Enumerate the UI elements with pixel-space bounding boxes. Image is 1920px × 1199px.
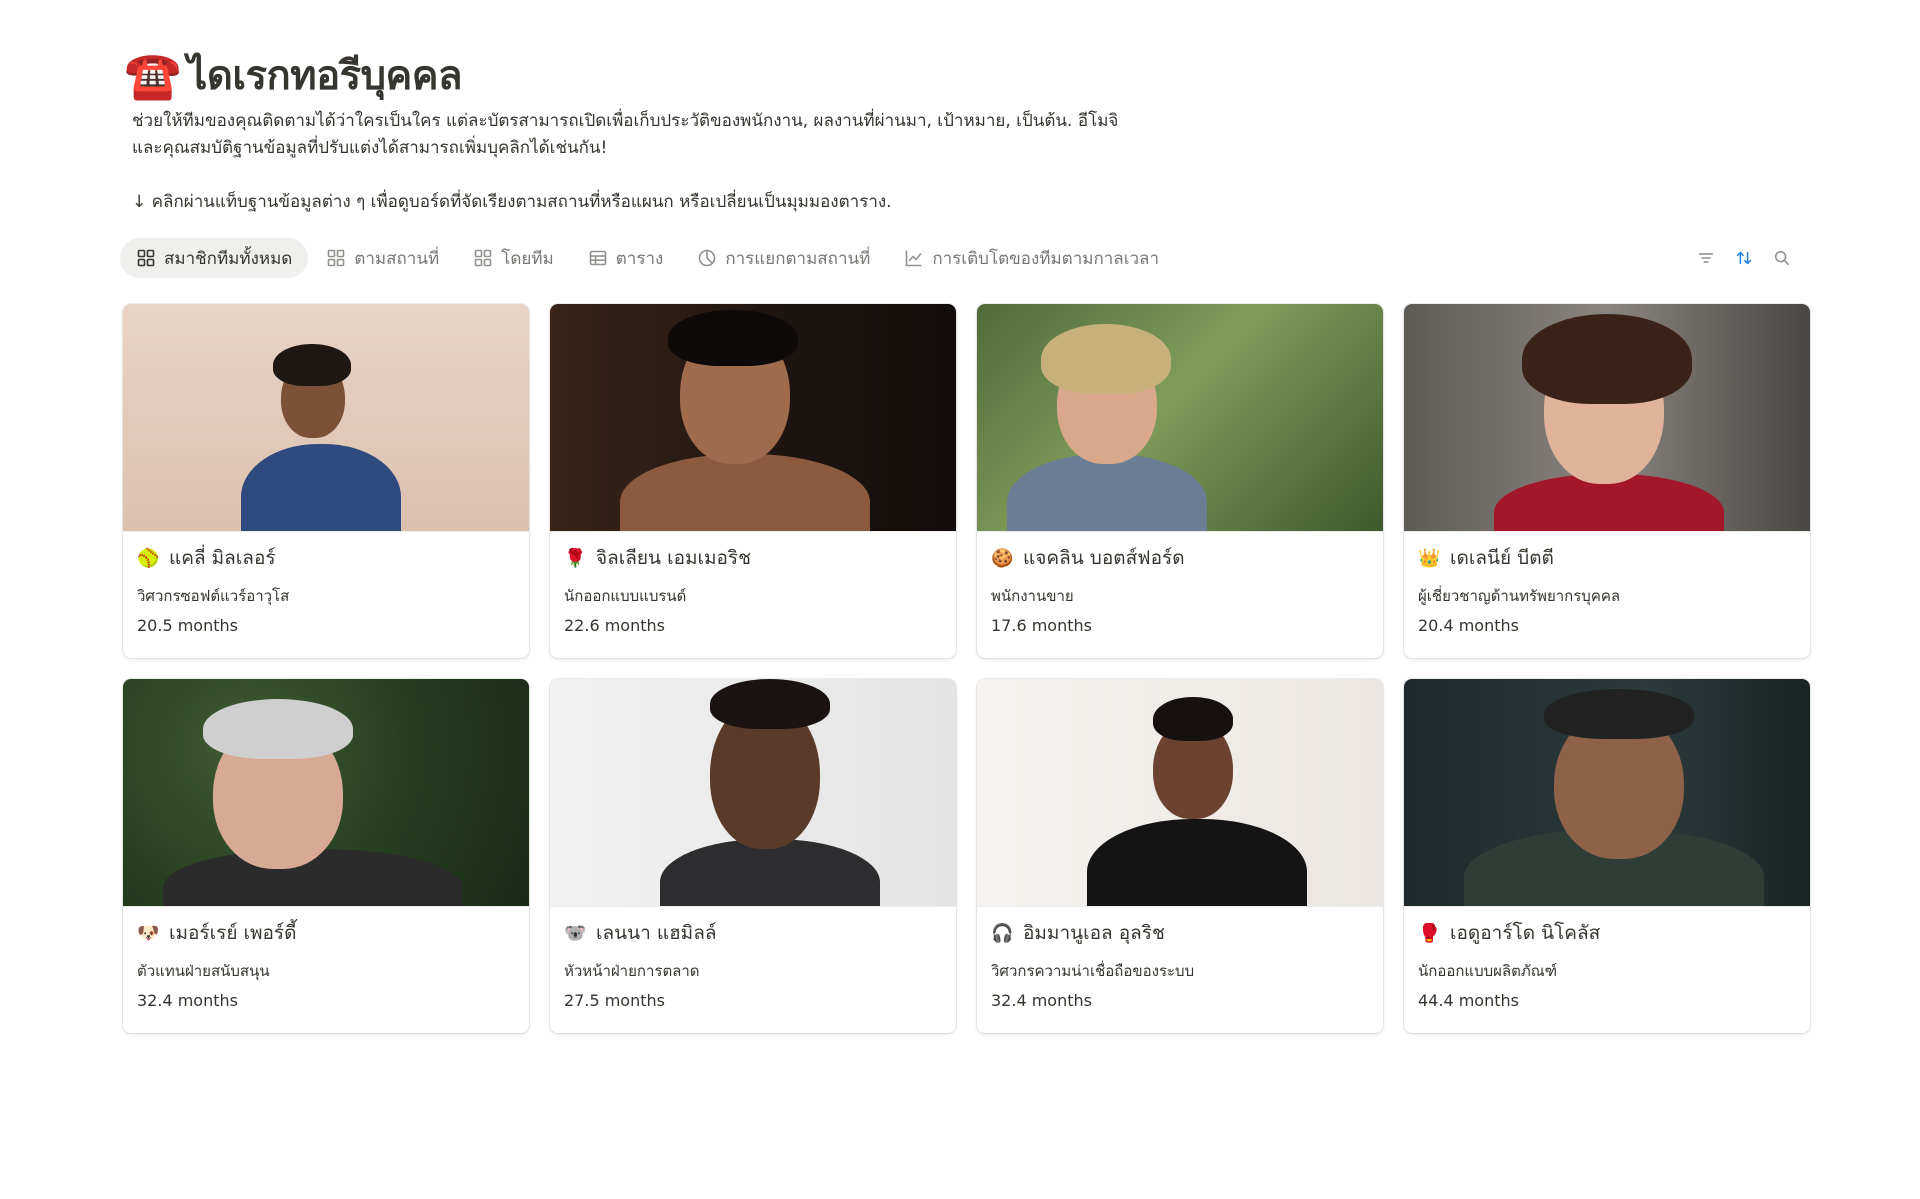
gallery-grid: 🥎 แคลี่ มิลเลอร์ วิศวกรซอฟต์แวร์อาวุโส 2… — [123, 304, 1810, 1033]
person-role: ตัวแทนฝ่ายสนับสนุน — [137, 962, 270, 980]
person-name: จิลเลียน เอมเมอริช — [596, 547, 752, 569]
tab-table[interactable]: ตาราง — [572, 238, 680, 278]
person-role: วิศวกรความน่าเชื่อถือของระบบ — [991, 962, 1195, 980]
tab-label: โดยทีม — [501, 248, 554, 269]
person-role: นักออกแบบแบรนด์ — [564, 587, 687, 605]
description-text: ช่วยให้ทีมของคุณติดตามได้ว่าใครเป็นใคร แ… — [132, 111, 1119, 158]
person-card[interactable]: 🐨 เลนนา แฮมิลล์ หัวหน้าฝ่ายการตลาด 27.5 … — [550, 679, 956, 1033]
person-role: ผู้เชี่ยวชาญด้านทรัพยากรบุคคล — [1418, 587, 1621, 605]
page-title[interactable]: ไดเรกทอรีบุคคล — [187, 43, 462, 107]
person-photo — [123, 679, 529, 907]
person-card[interactable]: 🥎 แคลี่ มิลเลอร์ วิศวกรซอฟต์แวร์อาวุโส 2… — [123, 304, 529, 658]
title-row: ☎️ ไดเรกทอรีบุคคล — [124, 44, 1824, 106]
tab-by-team[interactable]: โดยทีม — [457, 238, 570, 278]
view-tools — [1696, 248, 1810, 268]
tab-team-growth[interactable]: การเติบโตของทีมตามกาลเวลา — [888, 238, 1175, 278]
person-name: เลนนา แฮมิลล์ — [596, 922, 717, 944]
person-tenure: 22.6 months — [564, 616, 665, 635]
tab-label: ตาราง — [615, 248, 664, 269]
table-icon — [589, 250, 607, 266]
hint-text: ↓ คลิกผ่านแท็บฐานข้อมูลต่าง ๆ เพื่อดูบอร… — [132, 192, 892, 212]
gallery-icon — [328, 249, 345, 267]
person-photo — [550, 679, 956, 907]
gallery-icon — [474, 249, 492, 267]
person-tenure: 32.4 months — [991, 991, 1092, 1010]
search-button[interactable] — [1772, 248, 1792, 268]
person-photo — [1404, 679, 1810, 907]
filter-icon — [1698, 253, 1714, 263]
person-card[interactable]: 👑 เดเลนีย์ บีตตี ผู้เชี่ยวชาญด้านทรัพยาก… — [1404, 304, 1810, 658]
gallery-icon — [137, 249, 155, 267]
person-card[interactable]: 🌹 จิลเลียน เอมเมอริช นักออกแบบแบรนด์ 22.… — [550, 304, 956, 658]
person-card[interactable]: 🍪 แจคลิน บอตส์ฟอร์ด พนักงานขาย 17.6 mont… — [977, 304, 1383, 658]
tab-all-members[interactable]: สมาชิกทีมทั้งหมด — [120, 238, 309, 278]
filter-button[interactable] — [1696, 248, 1716, 268]
dog-icon: 🐶 — [137, 922, 160, 944]
tab-label: สมาชิกทีมทั้งหมด — [164, 248, 293, 269]
line-chart-icon — [906, 250, 922, 267]
person-card[interactable]: 🥊 เอดูอาร์โด นิโคลัส นักออกแบบผลิตภัณฑ์ … — [1404, 679, 1810, 1033]
sort-button[interactable] — [1734, 248, 1754, 268]
person-name: เอดูอาร์โด นิโคลัส — [1450, 922, 1601, 944]
person-card[interactable]: 🎧 อิมมานูเอล อุลริช วิศวกรความน่าเชื่อถื… — [977, 679, 1383, 1033]
person-role: นักออกแบบผลิตภัณฑ์ — [1418, 962, 1558, 980]
boxing-glove-icon: 🥊 — [1418, 922, 1441, 944]
person-card[interactable]: 🐶 เมอร์เรย์ เพอร์ดี้ ตัวแทนฝ่ายสนับสนุน … — [123, 679, 529, 1033]
person-photo — [977, 304, 1383, 532]
person-tenure: 27.5 months — [564, 991, 665, 1010]
person-photo — [550, 304, 956, 532]
telephone-icon[interactable]: ☎️ — [124, 52, 181, 98]
koala-icon: 🐨 — [564, 922, 587, 944]
tab-label: ตามสถานที่ — [354, 248, 440, 269]
tab-label: การแยกตามสถานที่ — [725, 248, 871, 269]
person-role: พนักงานขาย — [991, 587, 1074, 605]
person-tenure: 20.5 months — [137, 616, 238, 635]
sort-icon — [1736, 251, 1752, 265]
person-name: เดเลนีย์ บีตตี — [1450, 547, 1554, 569]
person-role: หัวหน้าฝ่ายการตลาด — [564, 962, 700, 980]
person-name: แคลี่ มิลเลอร์ — [169, 547, 276, 569]
search-icon — [1774, 250, 1790, 266]
person-tenure: 32.4 months — [137, 991, 238, 1010]
headphones-icon: 🎧 — [991, 922, 1014, 944]
tab-location-breakdown[interactable]: การแยกตามสถานที่ — [681, 238, 886, 278]
person-photo — [977, 679, 1383, 907]
page: ☎️ ไดเรกทอรีบุคคล ช่วยให้ทีมของคุณติดตาม… — [120, 44, 1824, 1033]
crown-icon: 👑 — [1418, 547, 1441, 569]
tab-by-location[interactable]: ตามสถานที่ — [310, 238, 455, 278]
person-role: วิศวกรซอฟต์แวร์อาวุโส — [137, 587, 290, 605]
person-name: เมอร์เรย์ เพอร์ดี้ — [169, 922, 297, 944]
person-tenure: 44.4 months — [1418, 991, 1519, 1010]
cookie-icon: 🍪 — [991, 547, 1014, 569]
pie-chart-icon — [699, 249, 716, 267]
person-photo — [123, 304, 529, 532]
tab-label: การเติบโตของทีมตามกาลเวลา — [932, 248, 1160, 269]
person-name: อิมมานูเอล อุลริช — [1023, 922, 1165, 944]
view-tabs: สมาชิกทีมทั้งหมด ตามสถานที่ โดยทีม ตาราง… — [120, 236, 1810, 280]
page-description: ช่วยให้ทีมของคุณติดตามได้ว่าใครเป็นใคร แ… — [124, 108, 1124, 216]
softball-icon: 🥎 — [137, 547, 160, 569]
person-tenure: 17.6 months — [991, 616, 1092, 635]
person-name: แจคลิน บอตส์ฟอร์ด — [1023, 547, 1185, 569]
rose-icon: 🌹 — [564, 547, 587, 569]
person-photo — [1404, 304, 1810, 532]
person-tenure: 20.4 months — [1418, 616, 1519, 635]
